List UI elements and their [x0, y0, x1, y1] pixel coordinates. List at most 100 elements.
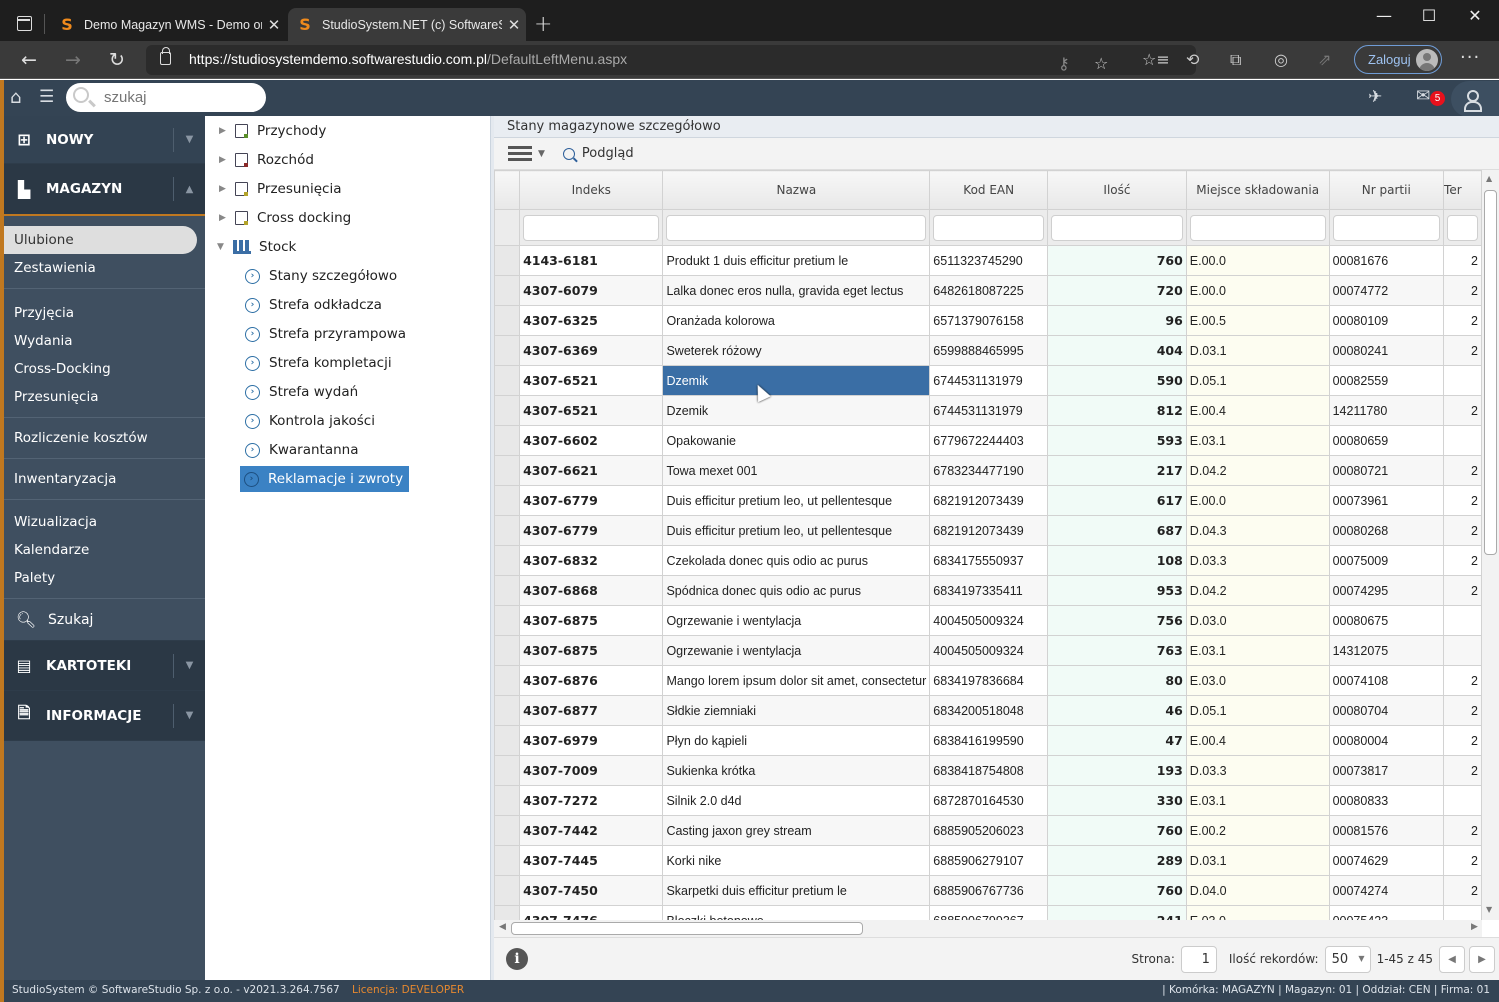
- cell-indeks[interactable]: 4307-7272: [519, 785, 664, 816]
- cell-miejsce[interactable]: D.03.3: [1185, 545, 1330, 576]
- cell-indeks[interactable]: 4143-6181: [519, 245, 664, 276]
- table-row[interactable]: 4307-6621 Towa mexet 001 6783234477190 217 D…: [494, 455, 1482, 486]
- sidebar-item-cross-docking[interactable]: Cross-Docking: [4, 355, 205, 383]
- row-header[interactable]: [494, 485, 521, 516]
- sidebar-item-zestawienia[interactable]: Zestawienia: [4, 254, 205, 282]
- cell-kod-ean[interactable]: 6885906799367: [929, 905, 1049, 920]
- cell-nazwa[interactable]: Korki nike: [662, 845, 931, 876]
- cell-termin[interactable]: 2: [1443, 275, 1482, 306]
- cell-nr-partii[interactable]: 00080833: [1328, 785, 1445, 816]
- global-search[interactable]: [66, 83, 266, 112]
- chevron-down-icon[interactable]: ▼: [538, 149, 545, 159]
- cell-nazwa[interactable]: Opakowanie: [662, 425, 931, 456]
- horizontal-scrollbar[interactable]: ◀ ▶: [494, 920, 1482, 937]
- cell-ilosc[interactable]: 46: [1047, 695, 1187, 726]
- column-header-ilosc[interactable]: Ilość: [1047, 170, 1187, 210]
- cell-termin[interactable]: 2: [1443, 305, 1482, 336]
- cell-ilosc[interactable]: 617: [1047, 485, 1187, 516]
- home-icon[interactable]: ⌂: [10, 87, 21, 108]
- cell-kod-ean[interactable]: 6872870164530: [929, 785, 1049, 816]
- cell-kod-ean[interactable]: 6834200518048: [929, 695, 1049, 726]
- table-row[interactable]: 4307-6325 Oranżada kolorowa 6571379076158 9…: [494, 305, 1482, 336]
- records-per-page-select[interactable]: 50: [1324, 945, 1371, 973]
- cell-nazwa[interactable]: Słdkie ziemniaki: [662, 695, 931, 726]
- cell-indeks[interactable]: 4307-6868: [519, 575, 664, 606]
- cell-miejsce[interactable]: E.03.0: [1185, 665, 1330, 696]
- cell-kod-ean[interactable]: 6885906767736: [929, 875, 1049, 906]
- column-header-kod-ean[interactable]: Kod EAN: [929, 170, 1049, 210]
- cell-ilosc[interactable]: 47: [1047, 725, 1187, 756]
- cell-indeks[interactable]: 4307-6876: [519, 665, 664, 696]
- cell-ilosc[interactable]: 593: [1047, 425, 1187, 456]
- cell-nazwa[interactable]: Bloczki betonowe: [662, 905, 931, 920]
- tree-leaf-strefa-wydan[interactable]: › Strefa wydań: [245, 379, 358, 405]
- cell-nazwa[interactable]: Sweterek różowy: [662, 335, 931, 366]
- tree-node-rozchod[interactable]: ▶ Rozchód: [219, 147, 314, 173]
- history-icon[interactable]: ⟲: [1186, 50, 1199, 69]
- chevron-down-icon[interactable]: ▼: [173, 703, 205, 728]
- tree-leaf-strefa-przyrampowa[interactable]: › Strefa przyrampowa: [245, 321, 406, 347]
- cell-miejsce[interactable]: D.04.2: [1185, 575, 1330, 606]
- sidebar-item-wizualizacja[interactable]: Wizualizacja: [4, 508, 205, 536]
- cell-nr-partii[interactable]: 00073961: [1328, 485, 1445, 516]
- column-header-indeks[interactable]: Indeks: [519, 170, 664, 210]
- row-header[interactable]: [494, 575, 521, 606]
- close-window-button[interactable]: ✕: [1452, 6, 1498, 25]
- table-row[interactable]: 4307-6779 Duis efficitur pretium leo, ut …: [494, 515, 1482, 546]
- mail-icon[interactable]: ✉: [1416, 86, 1430, 106]
- favorites-icon[interactable]: ☆≡: [1142, 50, 1170, 69]
- forward-button[interactable]: →: [62, 49, 84, 71]
- cell-termin[interactable]: [1443, 905, 1482, 920]
- close-tab-icon[interactable]: ✕: [502, 16, 526, 34]
- cell-miejsce[interactable]: E.00.2: [1185, 815, 1330, 846]
- browser-tab-2-active[interactable]: S StudioSystem.NET (c) SoftwareSt ✕: [288, 8, 526, 41]
- new-tab-button[interactable]: +: [534, 12, 552, 37]
- expand-arrow-icon[interactable]: ▶: [219, 213, 235, 223]
- table-row[interactable]: 4307-6079 Lalka donec eros nulla, gravida…: [494, 275, 1482, 306]
- close-tab-icon[interactable]: ✕: [262, 16, 286, 34]
- scroll-up-icon[interactable]: ▲: [1486, 174, 1492, 183]
- row-header[interactable]: [494, 245, 521, 276]
- cell-nazwa[interactable]: Mango lorem ipsum dolor sit amet, consec…: [662, 665, 931, 696]
- filter-nr-partii-input[interactable]: [1332, 214, 1441, 241]
- cell-nr-partii[interactable]: 14312075: [1328, 635, 1445, 666]
- cell-termin[interactable]: 2: [1443, 515, 1482, 546]
- cell-ilosc[interactable]: 760: [1047, 245, 1187, 276]
- page-input[interactable]: 1: [1180, 945, 1217, 973]
- cell-ilosc[interactable]: 760: [1047, 875, 1187, 906]
- table-row[interactable]: 4307-6868 Spódnica donec quis odio ac pur…: [494, 575, 1482, 606]
- scroll-down-icon[interactable]: ▼: [1486, 905, 1492, 914]
- cell-nr-partii[interactable]: 00080675: [1328, 605, 1445, 636]
- cell-nr-partii[interactable]: 00080659: [1328, 425, 1445, 456]
- cell-miejsce[interactable]: D.03.3: [1185, 755, 1330, 786]
- table-row[interactable]: 4307-7445 Korki nike 6885906279107 289 D.03.…: [494, 845, 1482, 876]
- cell-kod-ean[interactable]: 4004505009324: [929, 635, 1049, 666]
- cell-nr-partii[interactable]: 00074108: [1328, 665, 1445, 696]
- cell-termin[interactable]: [1443, 785, 1482, 816]
- cell-miejsce[interactable]: D.04.0: [1185, 875, 1330, 906]
- cell-termin[interactable]: 2: [1443, 455, 1482, 486]
- filter-termin-input[interactable]: [1447, 214, 1478, 241]
- cell-termin[interactable]: 2: [1443, 545, 1482, 576]
- more-options-icon[interactable]: ···: [1460, 47, 1480, 68]
- column-header-nr-partii[interactable]: Nr partii: [1328, 170, 1445, 210]
- cell-ilosc[interactable]: 193: [1047, 755, 1187, 786]
- cell-indeks[interactable]: 4307-6779: [519, 485, 664, 516]
- sidebar-item-inwentaryzacja[interactable]: Inwentaryzacja: [4, 465, 205, 493]
- cell-kod-ean[interactable]: 6834197335411: [929, 575, 1049, 606]
- table-row[interactable]: 4307-6779 Duis efficitur pretium leo, ut …: [494, 485, 1482, 516]
- table-row[interactable]: 4307-6369 Sweterek różowy 6599888465995 404…: [494, 335, 1482, 366]
- tree-node-cross-docking[interactable]: ▶ Cross docking: [219, 205, 351, 231]
- cell-miejsce[interactable]: E.00.0: [1185, 485, 1330, 516]
- cell-termin[interactable]: 2: [1443, 485, 1482, 516]
- cell-kod-ean[interactable]: 6571379076158: [929, 305, 1049, 336]
- sidebar-item-wydania[interactable]: Wydania: [4, 327, 205, 355]
- cell-ilosc[interactable]: 217: [1047, 455, 1187, 486]
- cell-kod-ean[interactable]: 6821912073439: [929, 515, 1049, 546]
- cell-miejsce[interactable]: E.03.0: [1185, 905, 1330, 920]
- search-input[interactable]: [104, 87, 254, 107]
- table-row[interactable]: 4307-6521 Dzemik 6744531131979 590 D.05.1 000…: [494, 365, 1482, 396]
- row-header[interactable]: [494, 665, 521, 696]
- sidebar-item-kalendarze[interactable]: Kalendarze: [4, 536, 205, 564]
- scroll-right-icon[interactable]: ▶: [1471, 922, 1478, 932]
